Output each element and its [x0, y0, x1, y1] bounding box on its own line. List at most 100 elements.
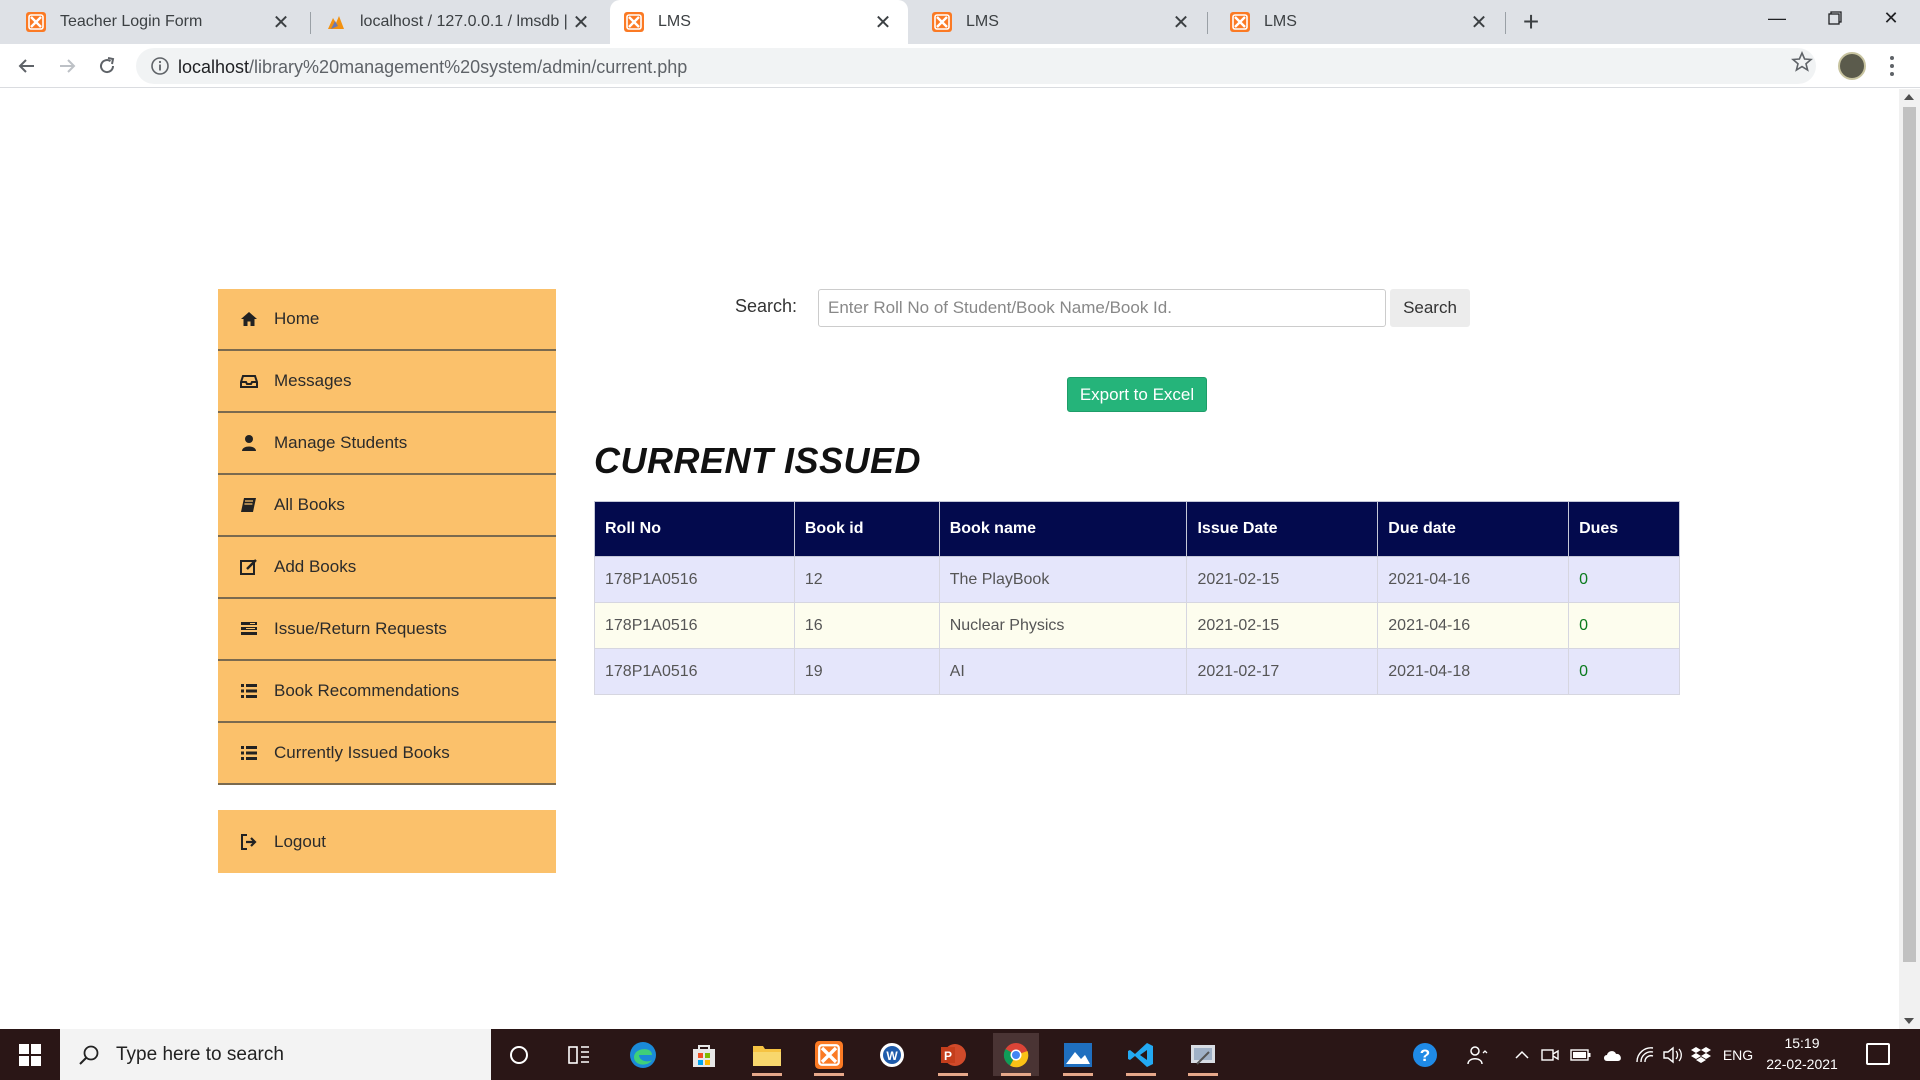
sidebar-item-issue-return-requests[interactable]: Issue/Return Requests: [218, 599, 556, 661]
sidebar-item-all-books[interactable]: All Books: [218, 475, 556, 537]
close-icon[interactable]: ✕: [1468, 11, 1490, 34]
sidebar-item-currently-issued-books[interactable]: Currently Issued Books: [218, 723, 556, 785]
logout-button[interactable]: Logout: [218, 810, 556, 873]
dropbox-tray-button[interactable]: [1688, 1029, 1714, 1080]
bookmark-star-icon[interactable]: [1790, 50, 1814, 74]
column-header: Book id: [793, 501, 940, 557]
search-button[interactable]: Search: [1390, 289, 1470, 327]
browser-tab[interactable]: localhost / 127.0.0.1 / lmsdb | php ✕: [300, 0, 606, 44]
profile-avatar[interactable]: [1838, 52, 1866, 80]
reload-button[interactable]: [91, 50, 123, 82]
task-view-button[interactable]: [556, 1033, 602, 1076]
browser-tab[interactable]: LMS ✕: [906, 0, 1206, 44]
search-label: Search:: [735, 296, 798, 316]
sidebar-item-home[interactable]: Home: [218, 289, 556, 351]
back-button[interactable]: [11, 50, 43, 82]
onedrive-tray-button[interactable]: [1600, 1029, 1626, 1080]
show-hidden-icons-button[interactable]: [1512, 1029, 1532, 1080]
url-host: localhost: [178, 57, 250, 77]
taskbar-app-word-mobile[interactable]: W: [869, 1033, 915, 1076]
sidebar-item-label: Add Books: [274, 557, 357, 576]
export-to-excel-button[interactable]: Export to Excel: [1067, 377, 1207, 412]
sidebar-item-manage-students[interactable]: Manage Students: [218, 413, 556, 475]
arrow-left-icon: [18, 59, 34, 73]
table-row: 178P1A0516 16 Nuclear Physics 2021-02-15…: [594, 602, 1680, 649]
taskbar-app-store[interactable]: [681, 1033, 727, 1076]
browser-menu-button[interactable]: [1882, 56, 1902, 76]
clock-date: 22-02-2021: [1766, 1056, 1838, 1072]
clock-time: 15:19: [1784, 1035, 1820, 1051]
forward-button[interactable]: [51, 50, 83, 82]
sidebar-item-label: Book Recommendations: [274, 681, 460, 700]
cortana-button[interactable]: [496, 1033, 542, 1076]
close-icon[interactable]: ✕: [1170, 11, 1192, 34]
info-icon[interactable]: [150, 56, 170, 76]
xampp-icon: [932, 12, 952, 32]
address-bar[interactable]: localhost/library%20management%20system/…: [136, 48, 1816, 84]
taskbar-app-photos[interactable]: [1055, 1033, 1101, 1076]
browser-tab[interactable]: Teacher Login Form ✕: [0, 0, 306, 44]
cloud-icon: [1604, 1050, 1621, 1061]
close-icon[interactable]: ✕: [270, 11, 292, 34]
taskbar-app-snipping[interactable]: [1180, 1033, 1226, 1076]
volume-tray-button[interactable]: [1660, 1029, 1686, 1080]
vscode-icon: [1128, 1042, 1153, 1067]
meet-now-tray-button[interactable]: [1538, 1029, 1562, 1080]
close-icon[interactable]: ✕: [872, 11, 894, 34]
restore-button[interactable]: [1806, 0, 1864, 36]
video-icon: [1541, 1048, 1559, 1061]
browser-tab[interactable]: LMS ✕: [1204, 0, 1504, 44]
sidebar-item-messages[interactable]: Messages: [218, 351, 556, 413]
notification-center-icon[interactable]: [1866, 1043, 1890, 1065]
taskbar-clock[interactable]: 15:19 22-02-2021: [1760, 1033, 1844, 1075]
close-window-button[interactable]: ✕: [1862, 0, 1920, 36]
cell-book-id: 12: [793, 556, 940, 603]
cell-book-name: The PlayBook: [938, 556, 1188, 603]
language-indicator[interactable]: ENG: [1718, 1029, 1758, 1080]
cell-roll-no: 178P1A0516: [594, 648, 795, 695]
word-icon: W: [880, 1042, 904, 1067]
start-button[interactable]: [0, 1029, 60, 1080]
taskbar-app-powerpoint[interactable]: P: [930, 1033, 976, 1076]
search-input[interactable]: [818, 289, 1386, 327]
url-text: localhost/library%20management%20system/…: [178, 57, 687, 78]
cell-book-name: Nuclear Physics: [938, 602, 1188, 649]
edge-icon: [630, 1041, 656, 1068]
taskbar-search-placeholder: Type here to search: [116, 1043, 284, 1065]
close-icon[interactable]: ✕: [570, 11, 592, 34]
reload-icon: [100, 57, 115, 74]
browser-tab-active[interactable]: LMS ✕: [610, 0, 908, 44]
taskbar-app-chrome[interactable]: [993, 1033, 1039, 1076]
app-running-indicator: [1001, 1073, 1031, 1076]
xampp-icon: [815, 1040, 843, 1069]
cell-roll-no: 178P1A0516: [594, 602, 795, 649]
battery-tray-button[interactable]: [1568, 1029, 1594, 1080]
sidebar-item-book-recommendations[interactable]: Book Recommendations: [218, 661, 556, 723]
restore-icon: [1828, 11, 1842, 25]
people-tray-button[interactable]: [1462, 1029, 1492, 1080]
scroll-down-icon[interactable]: [1904, 1018, 1914, 1024]
taskbar-app-vscode[interactable]: [1118, 1033, 1164, 1076]
page-scrollbar[interactable]: [1899, 89, 1920, 1029]
table-header-row: Roll No Book id Book name Issue Date Due…: [594, 501, 1680, 557]
new-tab-button[interactable]: +: [1516, 8, 1546, 38]
scroll-thumb[interactable]: [1903, 107, 1916, 962]
taskbar-app-edge[interactable]: [620, 1033, 666, 1076]
app-running-indicator: [1188, 1073, 1218, 1076]
scroll-up-icon[interactable]: [1904, 94, 1914, 100]
help-tray-button[interactable]: ?: [1410, 1029, 1440, 1080]
sidebar-item-label: Issue/Return Requests: [274, 619, 447, 638]
svg-text:P: P: [944, 1049, 952, 1063]
language-label: ENG: [1722, 1046, 1754, 1063]
wifi-tray-button[interactable]: [1632, 1029, 1658, 1080]
minimize-button[interactable]: —: [1748, 0, 1806, 36]
list-icon: [241, 684, 257, 698]
app-running-indicator: [1126, 1073, 1156, 1076]
taskbar-search-box[interactable]: Type here to search: [60, 1029, 491, 1080]
taskbar-app-file-explorer[interactable]: [744, 1033, 790, 1076]
sidebar-item-add-books[interactable]: Add Books: [218, 537, 556, 599]
list-icon: [241, 746, 257, 760]
cell-dues: 0: [1568, 556, 1680, 603]
chrome-icon: [1003, 1042, 1029, 1067]
taskbar-app-xampp[interactable]: [806, 1033, 852, 1076]
